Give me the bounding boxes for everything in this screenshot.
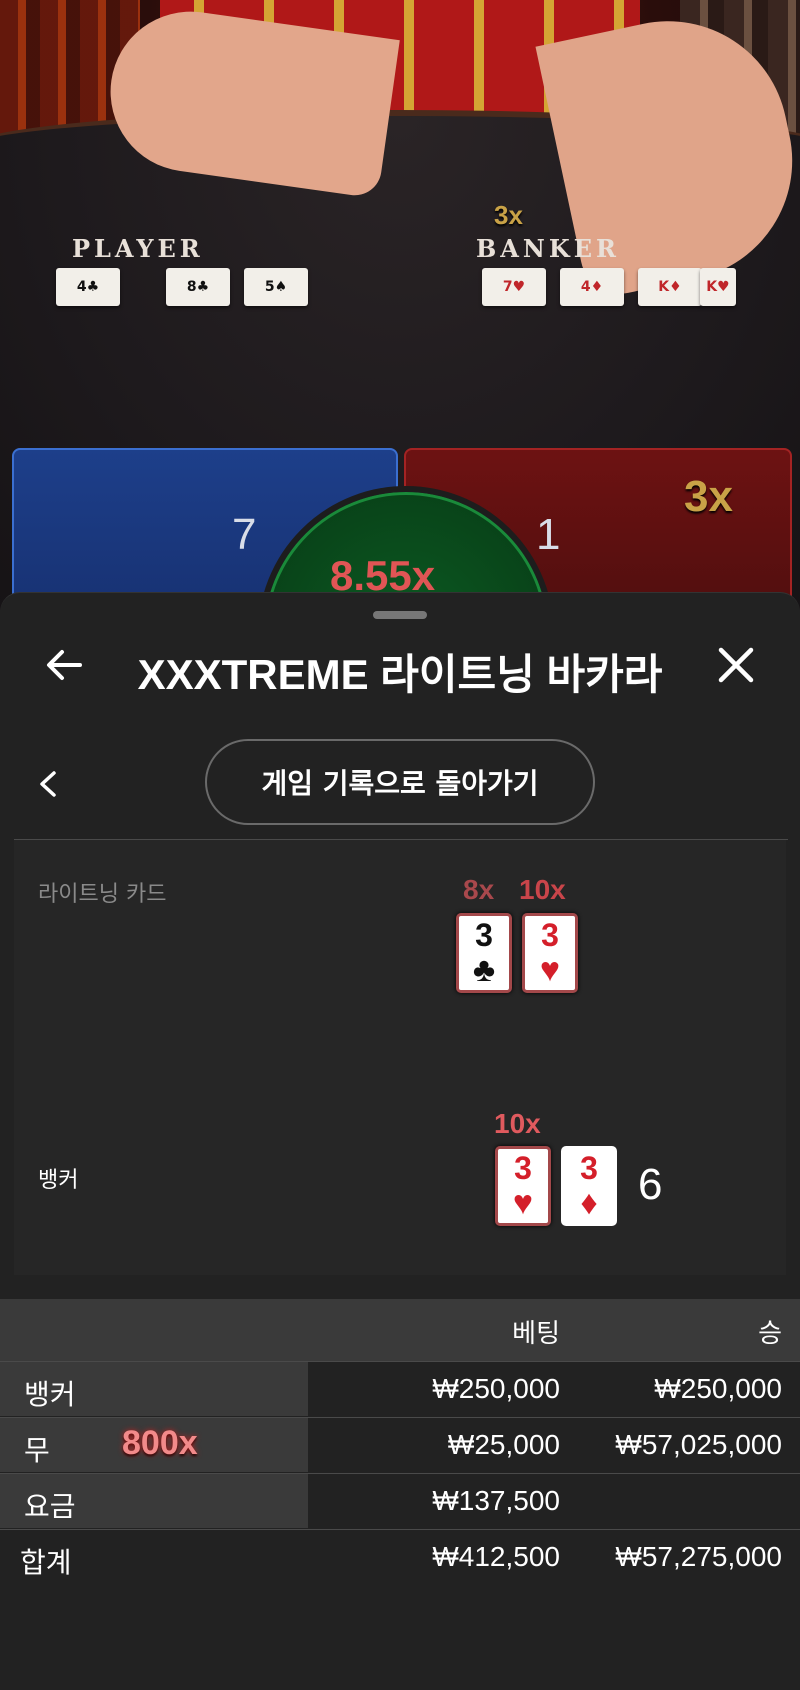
sheet-drag-handle[interactable] (373, 611, 427, 619)
banker-card-1: 3 ♥ (495, 1146, 551, 1226)
bet-amount: ₩137,500 (432, 1485, 560, 1516)
table-banker-card-1: 7♥ (482, 268, 546, 306)
round-result-panel: 라이트닝 카드 8x 3 ♣ 10x 3 ♥ 뱅커 10x 3 ♥ 3 ♦ 6 (14, 840, 786, 1275)
table-row: 무 800x ₩25,000 ₩57,025,000 (0, 1418, 800, 1474)
back-to-history-button[interactable]: 게임 기록으로 돌아가기 (205, 739, 595, 825)
table-header: 베팅 승 (0, 1299, 800, 1362)
table-player-card-3: 5♠ (244, 268, 308, 306)
total-bet: ₩412,500 (432, 1541, 560, 1572)
card-rank: 3 (541, 917, 559, 953)
lightning-card-2-multiplier: 10x (519, 874, 566, 905)
bets-table: 베팅 승 뱅커 ₩250,000 ₩250,000 무 800x ₩25,000… (0, 1299, 800, 1585)
win-amount: ₩57,025,000 (615, 1429, 782, 1460)
banker-score: 6 (638, 1160, 663, 1209)
total-row: 합계 ₩412,500 ₩57,275,000 (0, 1530, 800, 1585)
bet-name: 요금 (24, 1491, 76, 1522)
banker-card-1-multiplier: 10x (494, 1108, 541, 1139)
table-banker-card-2: 4♦ (560, 268, 624, 306)
bet-amount: ₩25,000 (447, 1429, 560, 1460)
table-row: 뱅커 ₩250,000 ₩250,000 (0, 1362, 800, 1418)
club-suit-icon: ♣ (472, 951, 496, 989)
table-banker-card-3: K♦ (638, 268, 702, 306)
card-rank: 3 (514, 1150, 532, 1186)
table-player-label: PLAYER (72, 234, 204, 263)
banker-spot-multiplier: 3x (684, 472, 733, 521)
table-player-card-1: 4♣ (56, 268, 120, 306)
diamond-suit-icon: ♦ (580, 1184, 598, 1222)
card-rank: 3 (580, 1150, 598, 1186)
banker-card-2: 3 ♦ (561, 1146, 617, 1226)
page-title: XXXTREME 라이트닝 바카라 (137, 651, 663, 698)
table-banker-label: BANKER (476, 234, 620, 263)
close-icon[interactable] (716, 645, 756, 689)
lightning-card-2: 3 ♥ (522, 913, 578, 993)
win-column-header: 승 (758, 1318, 782, 1348)
chevron-left-icon[interactable] (36, 769, 60, 803)
table-row: 요금 ₩137,500 (0, 1474, 800, 1530)
bet-name: 뱅커 (24, 1379, 76, 1410)
bet-amount: ₩250,000 (432, 1373, 560, 1404)
card-rank: 3 (475, 917, 493, 953)
heart-suit-icon: ♥ (539, 951, 561, 989)
lightning-cards-label: 라이트닝 카드 (38, 882, 167, 907)
banker-row-label: 뱅커 (38, 1168, 79, 1193)
lightning-card-1-multiplier: 8x (463, 874, 495, 905)
lightning-card-1: 3 ♣ (456, 913, 512, 993)
table-banker-card-4: K♥ (700, 268, 736, 306)
win-amount: ₩250,000 (654, 1373, 782, 1404)
bet-column-header: 베팅 (512, 1318, 560, 1348)
total-label: 합계 (20, 1547, 72, 1578)
table-player-card-2: 8♣ (166, 268, 230, 306)
table-banker-multiplier: 3x (494, 200, 523, 230)
player-spot-value: 7 (232, 510, 257, 559)
bet-name: 무 (24, 1435, 50, 1466)
banker-spot-value: 1 (536, 510, 561, 559)
tie-multiplier-badge: 800x (122, 1424, 198, 1462)
game-detail-sheet: XXXTREME 라이트닝 바카라 게임 기록으로 돌아가기 라이트닝 카드 8… (0, 592, 800, 1690)
total-win: ₩57,275,000 (615, 1541, 782, 1572)
heart-suit-icon: ♥ (512, 1184, 534, 1222)
live-video: PLAYER BANKER 3x 4♣ 8♣ 5♠ 7♥ 4♦ K♦ K♥ 7 … (0, 0, 800, 610)
